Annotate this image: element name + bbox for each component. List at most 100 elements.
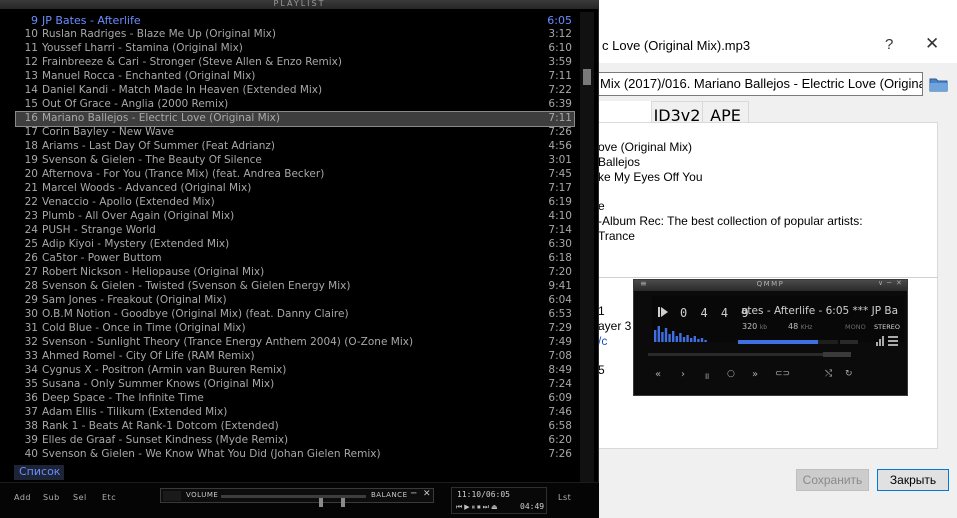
pause-icon[interactable]: ॥	[704, 369, 709, 382]
playlist-row[interactable]: 18 Ariams - Last Day Of Summer (Feat Adri…	[16, 140, 574, 154]
repeat-icon[interactable]: ↻	[845, 369, 853, 379]
playlist-row[interactable]: 33 Ahmed Romel - City Of Life (RAM Remix)…	[16, 350, 574, 364]
playlist-row[interactable]: 15 Out Of Grace - Anglia (2000 Remix) 6:39	[16, 98, 574, 112]
spectrum-bar	[679, 333, 682, 342]
playlist-row[interactable]: 13 Manuel Rocca - Enchanted (Original Mix…	[16, 70, 574, 84]
mini-transport[interactable]: ⏮▶⏸⏹⏭⏏	[456, 503, 500, 512]
playlist-row[interactable]: 40 Svenson & Gielen - We Know What You Di…	[16, 448, 574, 462]
seek-bar-thumb[interactable]	[823, 352, 851, 357]
track-number: 34	[24, 364, 38, 376]
playlist-list[interactable]: 9 JP Bates - Afterlife 6:05 10 Ruslan Radrig…	[15, 14, 575, 466]
tab-active-cover3	[598, 101, 651, 123]
close-icon[interactable]: ✕	[896, 279, 902, 287]
playlist-row[interactable]: 31 Cold Blue - Once in Time (Original Mix…	[16, 322, 574, 336]
help-button[interactable]: ?	[885, 36, 893, 53]
playlist-row[interactable]: 12 Frainbreeze & Cari - Stronger (Steve A…	[16, 56, 574, 70]
playlist-row[interactable]: 20 Afternova - For You (Trance Mix) (feat…	[16, 168, 574, 182]
sel-button[interactable]: Sel	[73, 493, 87, 502]
playlist-row[interactable]: 39 Elles de Graaf - Sunset Kindness (Myde…	[16, 434, 574, 448]
tab-ape[interactable]: APE	[702, 101, 749, 125]
playlist-row[interactable]: 30 O.B.M Notion - Goodbye (Original Mix) …	[16, 308, 574, 322]
playlist-row[interactable]: 28 Svenson & Gielen - Twisted (Svenson & …	[16, 280, 574, 294]
playlist-row[interactable]: 14 Daniel Kandi - Match Made In Heaven (E…	[16, 84, 574, 98]
playlist-row[interactable]: 29 Sam Jones - Freakout (Original Mix) 6:0…	[16, 294, 574, 308]
mini-volume-track[interactable]	[738, 340, 838, 344]
balance-slider[interactable]	[319, 495, 366, 507]
time-panel: 11:10/06:05 ⏮▶⏸⏹⏭⏏ 04:49	[451, 487, 547, 514]
track-title: Out Of Grace - Anglia (2000 Remix)	[42, 98, 229, 110]
close-icon[interactable]: ✕	[925, 34, 939, 54]
tag-artist-value[interactable]: Ballejos	[598, 155, 640, 169]
sub-button[interactable]: Sub	[43, 493, 60, 502]
tab-id3v2[interactable]: ID3v2	[651, 101, 703, 125]
eject-icon[interactable]: ⊂⊃	[775, 369, 790, 379]
stop-icon[interactable]: ○	[727, 369, 735, 379]
playlist-row[interactable]: 25 Adip Kiyoi - Mystery (Extended Mix) 6:3…	[16, 238, 574, 252]
track-duration: 7:26	[548, 126, 572, 138]
tag-album-value[interactable]: ke My Eyes Off You	[598, 170, 703, 184]
playlist-row[interactable]: 16 Mariano Ballejos - Electric Love (Orig…	[15, 111, 575, 127]
playlist-row[interactable]: 24 PUSH - Strange World 7:14	[16, 224, 574, 238]
playlist-row[interactable]: 26 Ca5tor - Power Buttom 6:18	[16, 252, 574, 266]
spectrum-bar	[668, 334, 671, 342]
tag-title-value[interactable]: ove (Original Mix)	[598, 140, 692, 154]
save-button[interactable]: Сохранить	[796, 469, 869, 491]
playlist-row[interactable]: 9 JP Bates - Afterlife 6:05	[16, 14, 574, 28]
add-button[interactable]: Add	[14, 493, 31, 502]
tag-genre-value[interactable]: Trance	[598, 229, 635, 243]
spectrum-bar	[654, 330, 657, 342]
balance-knob[interactable]	[340, 498, 345, 507]
playlist-scrollbar[interactable]	[580, 12, 594, 482]
playlist-row[interactable]: 32 Svenson - Sunlight Theory (Trance Ener…	[16, 336, 574, 350]
playlist-row[interactable]: 27 Robert Nickson - Heliopause (Original …	[16, 266, 574, 280]
scrollbar-thumb[interactable]	[583, 69, 591, 85]
track-duration: 7:45	[548, 168, 572, 180]
mini-balance-track[interactable]	[840, 340, 858, 344]
playlist-row[interactable]: 10 Ruslan Radriges - Blaze Me Up (Origina…	[16, 28, 574, 42]
playlist-titlebar[interactable]: PLAYLIST	[0, 0, 599, 9]
tag-line-5[interactable]: e	[598, 199, 605, 213]
shuffle-icon[interactable]: ⤭	[825, 369, 832, 379]
playlist-row[interactable]: 19 Svenson & Gielen - The Beauty Of Silen…	[16, 154, 574, 168]
close-button[interactable]: Закрыть	[877, 469, 949, 491]
track-title: Adam Ellis - Tilikum (Extended Mix)	[42, 406, 228, 418]
track-number: 26	[24, 252, 38, 264]
playlist-title: PLAYLIST	[273, 0, 326, 8]
track-title: Mariano Ballejos - Electric Love (Origin…	[42, 112, 280, 124]
lst-button[interactable]: Lst	[558, 493, 571, 502]
playlist-row[interactable]: 11 Youssef Lharri - Stamina (Original Mix…	[16, 42, 574, 56]
folder-open-icon[interactable]	[929, 74, 949, 94]
minimize-icon[interactable]: ─	[411, 489, 417, 499]
playlist-row[interactable]: 21 Marcel Woods - Advanced (Original Mix)…	[16, 182, 574, 196]
playlist-tab[interactable]: Список	[14, 465, 64, 480]
previous-icon[interactable]: «	[655, 369, 661, 380]
seek-bar[interactable]	[648, 353, 849, 356]
mini-volume-fill	[738, 340, 818, 344]
playlist-row[interactable]: 38 Rank 1 - Beats At Rank-1 Dotcom (Exten…	[16, 420, 574, 434]
spectrum-visualizer[interactable]	[654, 322, 714, 342]
playlist-row[interactable]: 22 Venaccio - Apollo (Extended Mix) 6:19	[16, 196, 574, 210]
dialog-titlebar[interactable]: c Love (Original Mix).mp3 ? ✕	[598, 30, 957, 63]
playlist-row[interactable]: 17 Corin Bayley - New Wave 7:26	[16, 126, 574, 140]
qmmp-titlebar[interactable]: ≡ QMMP ∨ ─ ✕	[634, 279, 907, 291]
playlist-row[interactable]: 37 Adam Ellis - Tilikum (Extended Mix) 7:4…	[16, 406, 574, 420]
playlist-row[interactable]: 35 Susana - Only Summer Knows (Original M…	[16, 378, 574, 392]
eq-pl-icon[interactable]	[876, 334, 900, 346]
volume-knob[interactable]	[319, 498, 324, 507]
frequency: 48 KHz	[788, 322, 812, 331]
etc-button[interactable]: Etc	[102, 493, 116, 502]
playlist-row[interactable]: 36 Deep Space - The Infinite Time 6:09	[16, 392, 574, 406]
close-icon[interactable]: ✕	[423, 489, 431, 499]
track-duration: 6:10	[548, 42, 572, 54]
playlist-row[interactable]: 23 Plumb - All Over Again (Original Mix) 4…	[16, 210, 574, 224]
minimize-icon[interactable]: ─	[887, 279, 891, 287]
playlist-row[interactable]: 34 Cygnus X - Positron (Armin van Buuren …	[16, 364, 574, 378]
play-icon[interactable]: ›	[681, 369, 685, 380]
tag-comment-value[interactable]: -Album Rec: The best collection of popul…	[598, 214, 863, 228]
next-icon[interactable]: »	[752, 369, 758, 380]
shade-icon[interactable]: ∨	[878, 279, 883, 287]
track-number: 36	[24, 392, 38, 404]
bitrate-unit: kb	[759, 324, 768, 331]
track-duration: 6:53	[548, 308, 572, 320]
file-path-field[interactable]: Mix (2017)/016. Mariano Ballejos - Elect…	[598, 72, 923, 96]
